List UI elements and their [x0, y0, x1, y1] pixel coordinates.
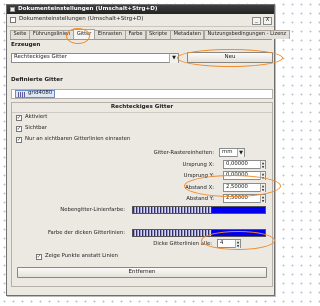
minimize-button[interactable]: _: [252, 17, 261, 25]
enabled-label: Aktiviert: [25, 114, 48, 121]
spacing-x-field[interactable]: 2,50000 ▲ ▼: [223, 183, 266, 192]
dialog-header: Dokumenteinstellungen (Umschalt+Strg+D) …: [7, 14, 274, 27]
snap-visible-label: Nur an sichtbaren Gitterlinien einrasten: [25, 136, 131, 143]
major-every-value: 4: [220, 239, 224, 246]
tab-farbe[interactable]: Farbe: [125, 30, 147, 39]
grid-tab-label: grid4080: [28, 90, 53, 97]
origin-x-value: 0,00000: [226, 160, 248, 167]
defined-grids-list: grid4080: [11, 89, 273, 99]
grid-tab-grid4080[interactable]: grid4080: [15, 90, 56, 98]
new-grid-button[interactable]: Neu: [187, 52, 273, 63]
enabled-row[interactable]: ✓ Aktiviert: [16, 115, 47, 121]
tab-fuehrungslinien[interactable]: Führungslinien: [29, 30, 74, 39]
defined-grids-heading: Definierte Gitter: [11, 77, 63, 83]
snap-visible-row[interactable]: ✓ Nur an sichtbaren Gitterlinien einrast…: [16, 137, 130, 143]
grid-type-select[interactable]: Rechteckiges Gitter ▼: [11, 53, 179, 63]
spacing-x-value: 2,50000: [226, 183, 248, 190]
panel-title: Rechteckiges Gitter: [12, 103, 272, 113]
enabled-checkbox[interactable]: ✓: [16, 115, 22, 121]
tab-skripte[interactable]: Skripte: [145, 30, 171, 39]
app-icon: [10, 7, 15, 12]
dots-row[interactable]: ✓ Zeige Punkte anstatt Linien: [36, 254, 118, 260]
origin-y-label: Ursprung Y:: [183, 173, 214, 179]
origin-x-label: Ursprung X:: [182, 162, 214, 168]
title-bar[interactable]: Dokumenteinstellungen (Umschalt+Strg+D): [7, 5, 274, 14]
major-every-label: Dicke Gitterlinien alle:: [153, 241, 212, 247]
origin-x-field[interactable]: 0,00000 ▲ ▼: [223, 160, 266, 169]
tab-seite[interactable]: Seite: [10, 30, 30, 39]
snap-visible-checkbox[interactable]: ✓: [16, 137, 22, 143]
chevron-down-icon: ▼: [237, 149, 244, 157]
spacing-y-label: Abstand Y:: [186, 196, 214, 202]
spacing-y-stepper[interactable]: ▲ ▼: [260, 195, 265, 203]
chevron-down-icon: ▼: [169, 54, 178, 63]
origin-y-value: 0,00000: [226, 171, 248, 178]
rect-grid-panel: Rechteckiges Gitter ✓ Aktiviert ✓ Sichtb…: [11, 102, 273, 287]
visible-row[interactable]: ✓ Sichtbar: [16, 126, 47, 132]
visible-label: Sichtbar: [25, 125, 47, 132]
minor-color-label: Nebengitter-Linienfarbe:: [60, 207, 125, 213]
units-value: mm: [222, 148, 233, 155]
origin-x-stepper[interactable]: ▲ ▼: [260, 161, 265, 169]
major-color-label: Farbe der dicken Gitterlinien:: [47, 230, 125, 236]
dots-label: Zeige Punkte anstatt Linien: [45, 253, 118, 260]
spacing-x-label: Abstand X:: [185, 185, 214, 191]
origin-y-field[interactable]: 0,00000 ▲ ▼: [223, 171, 266, 180]
units-select[interactable]: mm ▼: [219, 148, 245, 157]
tab-bar: Seite Führungslinien Gitter Einrasten Fa…: [10, 29, 290, 40]
grid-type-value: Rechteckiges Gitter: [14, 54, 67, 61]
remove-grid-button[interactable]: Entfernen: [17, 267, 267, 278]
grid-icon: [18, 91, 26, 97]
spacing-x-stepper[interactable]: ▲ ▼: [260, 184, 265, 192]
dots-checkbox[interactable]: ✓: [36, 254, 42, 260]
close-button[interactable]: X: [263, 17, 272, 25]
major-every-stepper[interactable]: ▲ ▼: [235, 240, 240, 248]
tab-einrasten[interactable]: Einrasten: [94, 30, 126, 39]
window-title: Dokumenteinstellungen (Umschalt+Strg+D): [18, 5, 158, 12]
tab-lizenz[interactable]: Nutzungsbedingungen - Lizenz: [203, 30, 290, 39]
visible-checkbox[interactable]: ✓: [16, 126, 22, 132]
tab-metadaten[interactable]: Metadaten: [170, 30, 205, 39]
dialog-title: Dokumenteinstellungen (Umschalt+Strg+D): [19, 16, 144, 23]
document-settings-window: Dokumenteinstellungen (Umschalt+Strg+D) …: [6, 4, 290, 296]
spacing-y-value: 2,50000: [226, 194, 248, 201]
tab-gitter[interactable]: Gitter: [73, 29, 95, 39]
major-every-field[interactable]: 4 ▲ ▼: [217, 239, 241, 248]
origin-y-stepper[interactable]: ▲ ▼: [260, 172, 265, 180]
units-label: Gitter-Rastereinheiten:: [153, 150, 214, 156]
document-icon: [10, 17, 16, 23]
create-heading: Erzeugen: [11, 42, 41, 48]
minor-color-swatch[interactable]: [132, 206, 266, 214]
major-color-swatch[interactable]: [132, 229, 266, 237]
spacing-y-field[interactable]: 2,50000 ▲ ▼: [223, 194, 266, 203]
